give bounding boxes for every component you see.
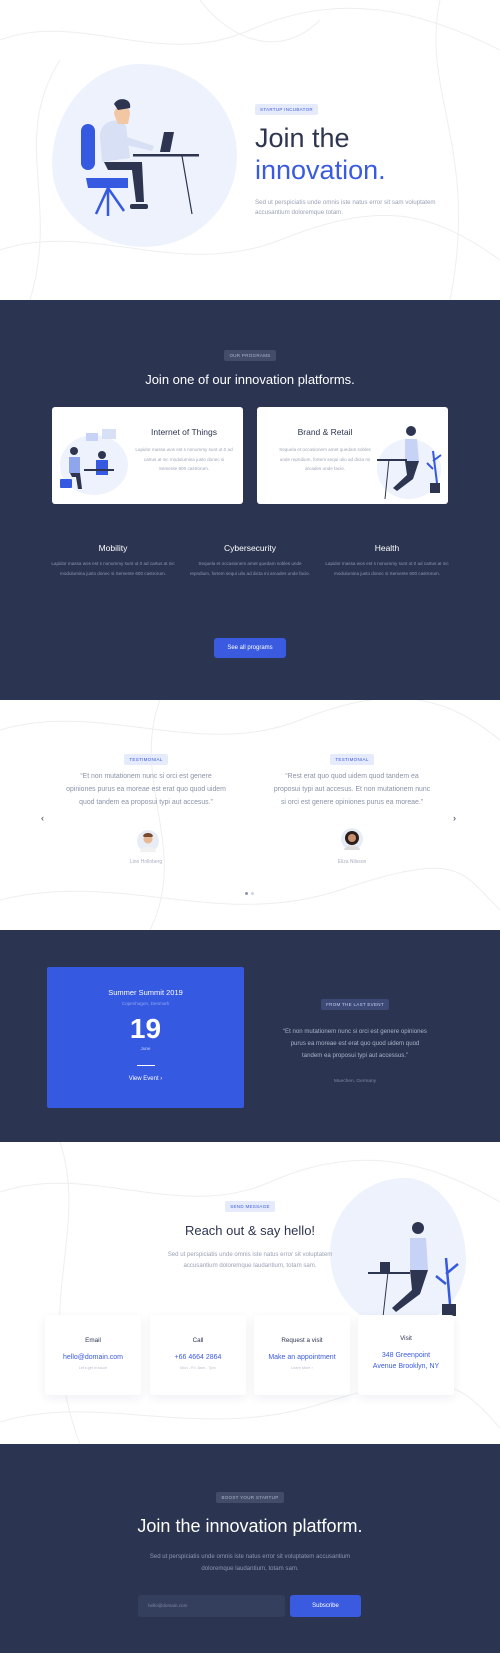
address-text: 348 Greenpoint Avenue Brooklyn, NY	[372, 1352, 440, 1370]
event-section: Summer Summit 2019 Copenhagen, Denmark 1…	[0, 930, 500, 1142]
event-quote: “Et non mutationem nunc si orci est gene…	[283, 1028, 427, 1059]
cta-title: Join the innovation platform.	[137, 1516, 363, 1536]
programs-header: OUR PROGRAMS Join one of our innovation …	[0, 344, 500, 387]
contact-section: SEND MESSAGE Reach out & say hello! Sed …	[0, 1142, 500, 1444]
programs-title: Join one of our innovation platforms.	[145, 372, 355, 387]
programs-section: OUR PROGRAMS Join one of our innovation …	[0, 300, 500, 700]
program-card-brand-retail[interactable]: Brand & Retail Sequela et occasionem ame…	[257, 407, 448, 504]
chevron-right-icon: ›	[160, 1076, 163, 1082]
testimonial-author: Eliza Nilsson	[337, 859, 367, 865]
hero-description: Sed ut perspiciatis unde omnis iste natu…	[255, 199, 436, 216]
hero-badge: STARTUP INCUBATOR	[255, 104, 318, 115]
testimonial-item: TESTIMONIAL	[66, 748, 226, 766]
program-card-desc: Lapidor massa wos est s nonummy sunt ut …	[325, 561, 449, 576]
event-title: Summer Summit 2019	[108, 988, 183, 997]
hero-title-line1: Join the	[255, 123, 350, 153]
avatar	[341, 828, 363, 850]
woman-laptop-illustration	[377, 426, 442, 500]
program-card-desc: Sequela et occasionem amet quedam sobles…	[279, 447, 371, 471]
hero-text: STARTUP INCUBATOR Join the innovation. S…	[255, 98, 455, 218]
testimonial-author: Linn Hollnberg	[129, 859, 163, 865]
contact-card-sub: Let's get in touch	[78, 1366, 108, 1370]
contact-description: Sed ut perspiciatis unde omnis iste natu…	[167, 1251, 333, 1269]
testimonial-item: TESTIMONIAL	[272, 748, 432, 766]
hero-title-line2: innovation.	[255, 155, 386, 185]
view-event-link[interactable]: View Event ›	[47, 1076, 244, 1082]
man-avatar-icon	[140, 833, 156, 852]
contact-card-label: Call	[192, 1337, 204, 1344]
cta-header: BOOST YOUR STARTUP Join the innovation p…	[0, 1486, 500, 1574]
event-card[interactable]: Summer Summit 2019 Copenhagen, Denmark 1…	[47, 967, 244, 1108]
program-card-title: Cybersecurity	[224, 543, 276, 553]
email-input[interactable]: hello@domain.com	[138, 1595, 285, 1617]
testimonials-section: ‹ › TESTIMONIAL “Et non mutationem nunc …	[0, 700, 500, 930]
contact-header: SEND MESSAGE Reach out & say hello! Sed …	[150, 1195, 350, 1271]
cta-badge: BOOST YOUR STARTUP	[216, 1492, 284, 1503]
contact-card-call[interactable]: Call +66 4664 2864 Mon - Fri, 8am - 7pm	[150, 1315, 246, 1395]
cta-description: Sed ut perspiciatis unde omnis iste natu…	[149, 1553, 351, 1572]
subscribe-button[interactable]: Subscribe	[290, 1595, 361, 1617]
carousel-prev-arrow[interactable]: ‹	[41, 813, 44, 823]
learn-more-link[interactable]: Learn More ›	[254, 1366, 350, 1370]
programs-badge: OUR PROGRAMS	[224, 350, 276, 361]
team-meeting-illustration	[60, 429, 128, 495]
event-day: 19	[129, 1013, 162, 1044]
program-card-health[interactable]: Health Lapidor massa wos est s nonummy s…	[325, 543, 449, 578]
program-card-title: Brand & Retail	[297, 427, 353, 437]
event-divider	[136, 1065, 155, 1066]
testimonial-badge: TESTIMONIAL	[330, 754, 374, 765]
avatar	[137, 830, 159, 852]
contact-card-request-visit[interactable]: Request a visit Make an appointment Lear…	[254, 1315, 350, 1395]
contact-card-sub: Mon - Fri, 8am - 7pm	[180, 1366, 216, 1370]
contact-card-label: Request a visit	[281, 1337, 323, 1344]
testimonial-quote: “Rest erat quo quod uidem quod tandem ea…	[273, 773, 431, 806]
contact-card-label: Email	[85, 1337, 101, 1344]
hero-section: STARTUP INCUBATOR Join the innovation. S…	[0, 0, 500, 300]
contact-card-email[interactable]: Email hello@domain.com Let's get in touc…	[45, 1315, 141, 1395]
program-card-title: Health	[374, 543, 400, 553]
program-card-desc: Sequela et occasionem amet quedam sobles…	[189, 561, 311, 576]
carousel-dot[interactable]	[251, 892, 254, 895]
event-quote-author: Muechen, Germany	[333, 1079, 377, 1084]
carousel-dots[interactable]	[245, 882, 254, 900]
contact-card-label: Visit	[400, 1335, 412, 1342]
event-quote-block: FROM THE LAST EVENT “Et non mutationem n…	[280, 993, 430, 1084]
cta-section: BOOST YOUR STARTUP Join the innovation p…	[0, 1444, 500, 1653]
woman-avatar-icon	[344, 831, 360, 850]
view-event-label: View Event	[128, 1076, 159, 1082]
carousel-dot-active[interactable]	[245, 892, 248, 895]
contact-title: Reach out & say hello!	[184, 1223, 316, 1238]
program-card-desc: Lapidor massa wos est s nonummy sunt ut …	[135, 447, 233, 471]
program-card-iot[interactable]: Internet of Things Lapidor massa wos est…	[52, 407, 243, 504]
program-card-desc: Lapidor massa wos est s nonummy sunt ut …	[51, 561, 175, 576]
woman-laptop-illustration	[368, 1222, 459, 1327]
see-all-programs-button[interactable]: See all programs	[214, 638, 286, 658]
appointment-link[interactable]: Make an appointment	[254, 1352, 350, 1363]
carousel-next-arrow[interactable]: ›	[453, 813, 456, 823]
program-card-title: Mobility	[98, 543, 128, 553]
testimonial-quote: “Et non mutationem nunc si orci est gene…	[66, 773, 226, 806]
phone-link[interactable]: +66 4664 2864	[150, 1352, 246, 1363]
email-link[interactable]: hello@domain.com	[45, 1352, 141, 1363]
program-card-cybersecurity[interactable]: Cybersecurity Sequela et occasionem amet…	[188, 543, 312, 578]
program-card-mobility[interactable]: Mobility Lapidor massa wos est s nonummy…	[51, 543, 175, 578]
contact-card-visit[interactable]: Visit 348 Greenpoint Avenue Brooklyn, NY	[358, 1315, 454, 1395]
contact-badge: SEND MESSAGE	[225, 1201, 275, 1212]
event-location: Copenhagen, Denmark	[121, 1001, 170, 1006]
event-month: June	[140, 1046, 151, 1051]
testimonial-badge: TESTIMONIAL	[124, 754, 168, 765]
hero-illustration	[81, 99, 199, 216]
event-badge: FROM THE LAST EVENT	[321, 999, 389, 1010]
program-card-title: Internet of Things	[151, 427, 217, 437]
